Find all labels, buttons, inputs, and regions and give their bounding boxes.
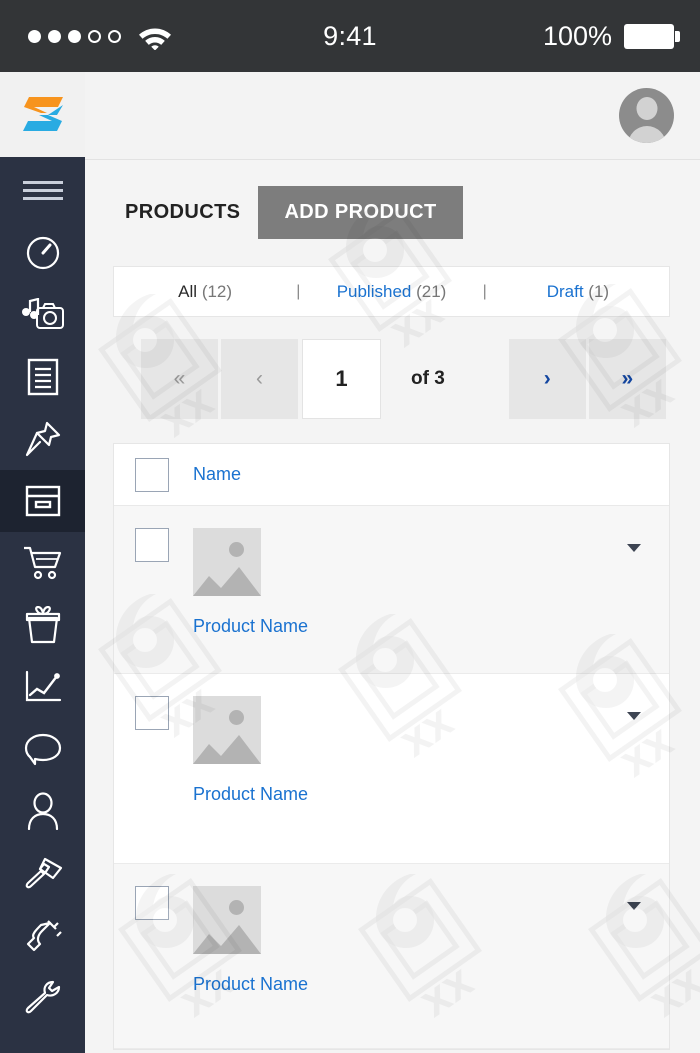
products-table: Name Product Name Product Name Product N…: [113, 443, 670, 1050]
battery-full-icon: [624, 23, 680, 49]
wrench-icon: [24, 980, 62, 1014]
sidebar-item-users[interactable]: [0, 780, 85, 842]
main-content: PRODUCTS ADD PRODUCT All (12) | Publishe…: [85, 160, 700, 1053]
hamburger-menu-icon: [22, 179, 63, 203]
table-row[interactable]: Product Name: [114, 506, 669, 674]
page-title: PRODUCTS: [125, 201, 241, 223]
document-list-icon: [27, 358, 59, 396]
placeholder-mountain: [193, 735, 261, 764]
column-header-name[interactable]: Name: [193, 464, 241, 485]
filter-draft-count: (1): [588, 281, 610, 301]
filter-published-count: (21): [416, 281, 447, 301]
select-all-checkbox[interactable]: [135, 457, 169, 492]
pagination-first-button[interactable]: «: [141, 339, 218, 419]
filter-published-label: Published: [336, 281, 412, 301]
image-placeholder-icon: [193, 886, 261, 954]
sidebar-nav: [0, 160, 85, 1053]
pushpin-icon: [24, 420, 62, 458]
table-header-row: Name: [114, 444, 669, 506]
gift-box-icon: [25, 606, 61, 644]
pagination-prev-button[interactable]: ‹: [221, 339, 298, 419]
paintbrush-icon: [23, 856, 63, 890]
app-header: [0, 71, 700, 160]
placeholder-mountain: [193, 567, 261, 596]
filter-all-label: All: [178, 281, 198, 301]
status-filter-bar: All (12) | Published (21) | Draft (1): [113, 266, 670, 317]
row-content: Product Name: [193, 886, 308, 1048]
product-name-link[interactable]: Product Name: [193, 784, 308, 805]
row-dropdown-caret-icon[interactable]: [627, 544, 641, 552]
table-row[interactable]: Product Name: [114, 864, 669, 1049]
product-name-link[interactable]: Product Name: [193, 974, 308, 995]
archive-box-icon: [25, 485, 61, 517]
brand-logo-icon[interactable]: [0, 71, 85, 160]
sidebar-item-posts[interactable]: [0, 408, 85, 470]
row-dropdown-caret-icon[interactable]: [627, 902, 641, 910]
plug-icon: [24, 917, 62, 953]
user-avatar-icon[interactable]: [619, 88, 674, 143]
filter-all-count: (12): [201, 281, 233, 301]
row-content: Product Name: [193, 696, 308, 863]
user-profile-icon: [26, 792, 60, 830]
placeholder-sun: [229, 542, 244, 557]
placeholder-sun: [229, 900, 244, 915]
status-bar: 9:41 100%: [0, 0, 700, 72]
sidebar-item-tools[interactable]: [0, 966, 85, 1028]
sidebar-item-products[interactable]: [0, 470, 85, 532]
filter-draft-label: Draft: [546, 281, 584, 301]
placeholder-sun: [229, 710, 244, 725]
pagination: « ‹ 1 of 3 › »: [85, 317, 700, 419]
sidebar-item-menu[interactable]: [0, 160, 85, 222]
pagination-next-button[interactable]: ›: [508, 339, 586, 419]
filter-published-link[interactable]: Published (21): [337, 282, 447, 301]
sidebar-item-comments[interactable]: [0, 718, 85, 780]
add-product-button[interactable]: ADD PRODUCT: [258, 186, 463, 239]
filter-draft-link[interactable]: Draft (1): [547, 282, 609, 301]
pagination-page-input[interactable]: 1: [302, 339, 381, 419]
filter-all[interactable]: All (12): [114, 282, 296, 302]
avatar-head: [636, 97, 657, 120]
sidebar-item-dashboard[interactable]: [0, 222, 85, 284]
image-placeholder-icon: [193, 696, 261, 764]
row-checkbox[interactable]: [135, 886, 169, 920]
row-content: Product Name: [193, 528, 308, 673]
pagination-total-label: of 3: [411, 368, 445, 389]
line-chart-icon: [24, 670, 62, 704]
sidebar-item-pages[interactable]: [0, 346, 85, 408]
filter-all-link[interactable]: All (12): [178, 282, 232, 301]
pagination-last-button[interactable]: »: [588, 339, 666, 419]
sidebar-item-analytics[interactable]: [0, 656, 85, 718]
sidebar-item-orders[interactable]: [0, 532, 85, 594]
filter-published[interactable]: Published (21): [300, 282, 482, 302]
app-root: 9:41 100% PRODUCTS ADD PRODUCT All (12) …: [0, 0, 700, 1053]
table-row[interactable]: Product Name: [114, 674, 669, 864]
row-dropdown-caret-icon[interactable]: [627, 712, 641, 720]
comment-bubble-icon: [23, 732, 63, 766]
status-bar-right: 100%: [542, 20, 680, 52]
battery-percent-label: 100%: [542, 20, 612, 51]
avatar-body: [627, 126, 666, 143]
sidebar-item-media[interactable]: [0, 284, 85, 346]
filter-draft[interactable]: Draft (1): [487, 282, 669, 302]
media-camera-music-icon: [21, 298, 65, 332]
sidebar-item-coupons[interactable]: [0, 594, 85, 656]
row-checkbox[interactable]: [135, 528, 169, 562]
page-header: PRODUCTS ADD PRODUCT: [85, 160, 700, 239]
shopping-cart-icon: [23, 545, 63, 581]
product-name-link[interactable]: Product Name: [193, 616, 308, 637]
sidebar-item-plugins[interactable]: [0, 904, 85, 966]
row-checkbox[interactable]: [135, 696, 169, 730]
image-placeholder-icon: [193, 528, 261, 596]
sidebar-item-appearance[interactable]: [0, 842, 85, 904]
dashboard-gauge-icon: [24, 234, 62, 272]
placeholder-mountain: [193, 925, 261, 954]
